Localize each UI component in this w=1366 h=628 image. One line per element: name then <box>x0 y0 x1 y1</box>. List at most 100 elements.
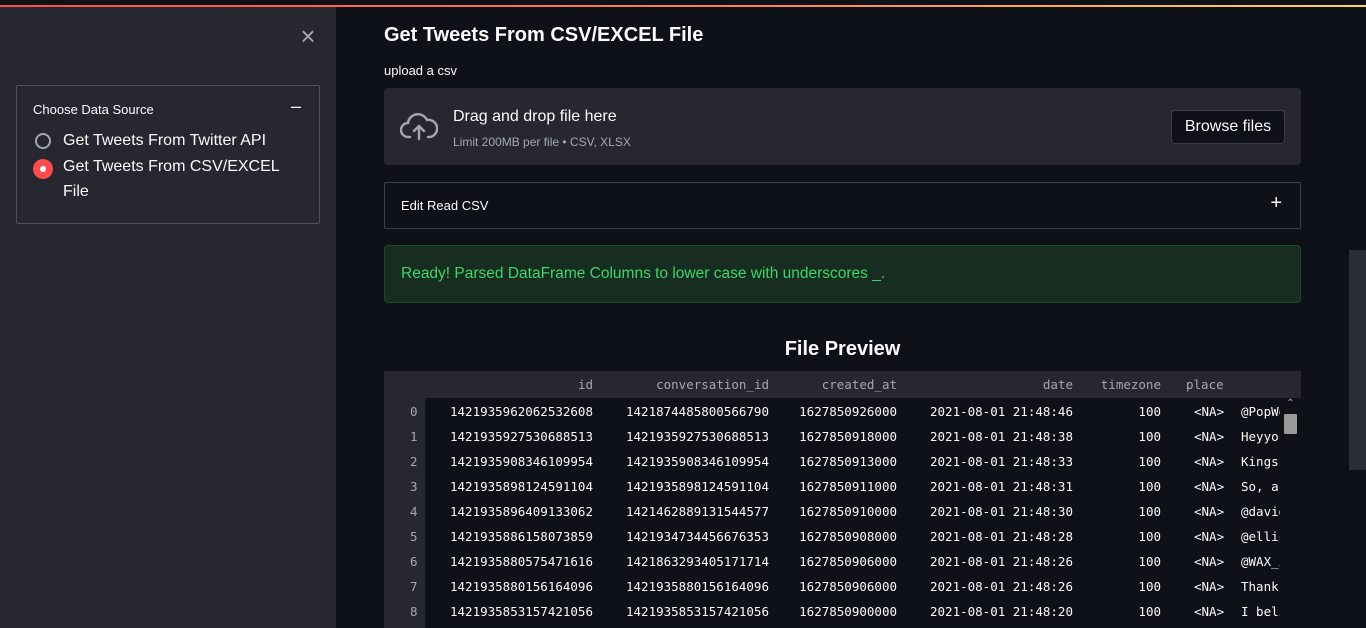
table-cell-date[interactable]: 2021-08-01 21:48:38 <box>930 429 1073 444</box>
table-cell-timezone[interactable]: 100 <box>1138 479 1161 494</box>
column-header-conversation-id[interactable]: conversation_id <box>656 377 769 392</box>
scroll-thumb[interactable] <box>1284 414 1297 434</box>
page-title: Get Tweets From CSV/EXCEL File <box>384 24 704 46</box>
dropzone-title: Drag and drop file here <box>453 108 617 125</box>
table-cell-conversation-id[interactable]: 1421934734456676353 <box>626 529 769 544</box>
row-index: 5 <box>410 529 418 544</box>
table-cell-conversation-id[interactable]: 1421863293405171714 <box>626 554 769 569</box>
column-header-created-at[interactable]: created_at <box>822 377 897 392</box>
radio-option-twitter-api[interactable]: Get Tweets From Twitter API <box>35 132 283 153</box>
table-cell-place[interactable]: <NA> <box>1194 554 1224 569</box>
table-cell-date[interactable]: 2021-08-01 21:48:28 <box>930 529 1073 544</box>
radio-selected-icon[interactable] <box>33 159 53 179</box>
column-header-id[interactable]: id <box>578 377 593 392</box>
table-cell-place[interactable]: <NA> <box>1194 504 1224 519</box>
table-cell-id[interactable]: 1421935898124591104 <box>450 479 593 494</box>
file-preview-title: File Preview <box>784 338 901 360</box>
data-source-expander: Choose Data Source – Get Tweets From Twi… <box>16 85 320 224</box>
table-cell-created-at[interactable]: 1627850918000 <box>799 429 897 444</box>
table-cell-conversation-id[interactable]: 1421935853157421056 <box>626 604 769 619</box>
table-cell-tweet[interactable]: @ellic <box>1241 529 1280 544</box>
radio-option-csv-excel[interactable]: Get Tweets From CSV/EXCEL File <box>33 158 283 204</box>
column-header-place[interactable]: place <box>1186 377 1224 392</box>
table-cell-timezone[interactable]: 100 <box>1138 529 1161 544</box>
table-cell-timezone[interactable]: 100 <box>1138 604 1161 619</box>
sidebar: × Choose Data Source – Get Tweets From T… <box>0 7 336 628</box>
table-cell-id[interactable]: 1421935880156164096 <box>450 579 593 594</box>
table-cell-tweet[interactable]: @WAX_i <box>1241 554 1280 569</box>
table-cell-timezone[interactable]: 100 <box>1138 504 1161 519</box>
table-cell-created-at[interactable]: 1627850908000 <box>799 529 897 544</box>
table-cell-date[interactable]: 2021-08-01 21:48:20 <box>930 604 1073 619</box>
row-index: 7 <box>410 579 418 594</box>
table-cell-conversation-id[interactable]: 1421935880156164096 <box>626 579 769 594</box>
table-cell-conversation-id[interactable]: 1421935927530688513 <box>626 429 769 444</box>
upload-label: upload a csv <box>384 63 457 78</box>
close-sidebar-icon[interactable]: × <box>296 23 320 49</box>
table-cell-id[interactable]: 1421935880575471616 <box>450 554 593 569</box>
table-cell-created-at[interactable]: 1627850913000 <box>799 454 897 469</box>
table-cell-id[interactable]: 1421935853157421056 <box>450 604 593 619</box>
data-source-title[interactable]: Choose Data Source <box>33 102 154 117</box>
table-cell-tweet[interactable]: Thank <box>1241 579 1279 594</box>
table-cell-place[interactable]: <NA> <box>1194 529 1224 544</box>
table-cell-date[interactable]: 2021-08-01 21:48:31 <box>930 479 1073 494</box>
table-cell-tweet[interactable]: @PopWo <box>1241 404 1280 419</box>
cloud-upload-icon <box>400 113 438 141</box>
table-cell-created-at[interactable]: 1627850900000 <box>799 604 897 619</box>
tweet-column-clip: @PopWo Heyyo Kings So, a: @david @ellic @WAX_i… <box>1241 398 1280 628</box>
collapse-icon[interactable]: – <box>291 96 301 117</box>
table-cell-tweet[interactable]: So, a: <box>1241 479 1280 494</box>
table-cell-id[interactable]: 1421935896409133062 <box>450 504 593 519</box>
table-cell-date[interactable]: 2021-08-01 21:48:33 <box>930 454 1073 469</box>
table-cell-date[interactable]: 2021-08-01 21:48:30 <box>930 504 1073 519</box>
table-cell-timezone[interactable]: 100 <box>1138 454 1161 469</box>
table-cell-timezone[interactable]: 100 <box>1138 579 1161 594</box>
file-dropzone[interactable]: Drag and drop file here Limit 200MB per … <box>384 88 1301 165</box>
table-index-column <box>384 398 425 628</box>
table-cell-created-at[interactable]: 1627850910000 <box>799 504 897 519</box>
row-index: 4 <box>410 504 418 519</box>
table-cell-place[interactable]: <NA> <box>1194 404 1224 419</box>
table-cell-place[interactable]: <NA> <box>1194 579 1224 594</box>
table-cell-conversation-id[interactable]: 1421462889131544577 <box>626 504 769 519</box>
table-cell-id[interactable]: 1421935886158073859 <box>450 529 593 544</box>
table-cell-id[interactable]: 1421935908346109954 <box>450 454 593 469</box>
table-cell-tweet[interactable]: @david <box>1241 504 1280 519</box>
table-cell-date[interactable]: 2021-08-01 21:48:26 <box>930 554 1073 569</box>
table-cell-tweet[interactable]: I beli <box>1241 604 1280 619</box>
table-cell-conversation-id[interactable]: 1421874485800566790 <box>626 404 769 419</box>
browse-files-button[interactable]: Browse files <box>1171 110 1285 144</box>
table-cell-timezone[interactable]: 100 <box>1138 429 1161 444</box>
table-cell-place[interactable]: <NA> <box>1194 429 1224 444</box>
table-cell-tweet[interactable]: Heyyo <box>1241 429 1279 444</box>
edit-read-csv-expander[interactable]: Edit Read CSV + <box>384 182 1301 229</box>
table-cell-timezone[interactable]: 100 <box>1138 404 1161 419</box>
table-cell-id[interactable]: 1421935962062532608 <box>450 404 593 419</box>
column-header-timezone[interactable]: timezone <box>1101 377 1161 392</box>
table-cell-id[interactable]: 1421935927530688513 <box>450 429 593 444</box>
table-cell-created-at[interactable]: 1627850926000 <box>799 404 897 419</box>
scroll-up-icon[interactable]: ⌃ <box>1284 398 1297 410</box>
table-cell-conversation-id[interactable]: 1421935898124591104 <box>626 479 769 494</box>
dropzone-limit: Limit 200MB per file • CSV, XLSX <box>453 135 631 149</box>
row-index: 8 <box>410 604 418 619</box>
table-cell-date[interactable]: 2021-08-01 21:48:26 <box>930 579 1073 594</box>
row-index: 3 <box>410 479 418 494</box>
expand-plus-icon[interactable]: + <box>1270 192 1282 215</box>
table-cell-date[interactable]: 2021-08-01 21:48:46 <box>930 404 1073 419</box>
radio-label: Get Tweets From CSV/EXCEL File <box>63 158 280 200</box>
table-cell-created-at[interactable]: 1627850906000 <box>799 579 897 594</box>
table-cell-created-at[interactable]: 1627850906000 <box>799 554 897 569</box>
column-header-date[interactable]: date <box>1043 377 1073 392</box>
table-cell-place[interactable]: <NA> <box>1194 454 1224 469</box>
table-cell-place[interactable]: <NA> <box>1194 604 1224 619</box>
dataframe-table[interactable]: id conversation_id created_at date timezone p… <box>384 371 1301 628</box>
table-cell-place[interactable]: <NA> <box>1194 479 1224 494</box>
radio-unselected-icon[interactable] <box>35 133 51 149</box>
table-cell-timezone[interactable]: 100 <box>1138 554 1161 569</box>
table-cell-conversation-id[interactable]: 1421935908346109954 <box>626 454 769 469</box>
table-cell-created-at[interactable]: 1627850911000 <box>799 479 897 494</box>
table-scrollbar[interactable]: ⌃ <box>1280 398 1301 628</box>
table-cell-tweet[interactable]: Kings <box>1241 454 1279 469</box>
